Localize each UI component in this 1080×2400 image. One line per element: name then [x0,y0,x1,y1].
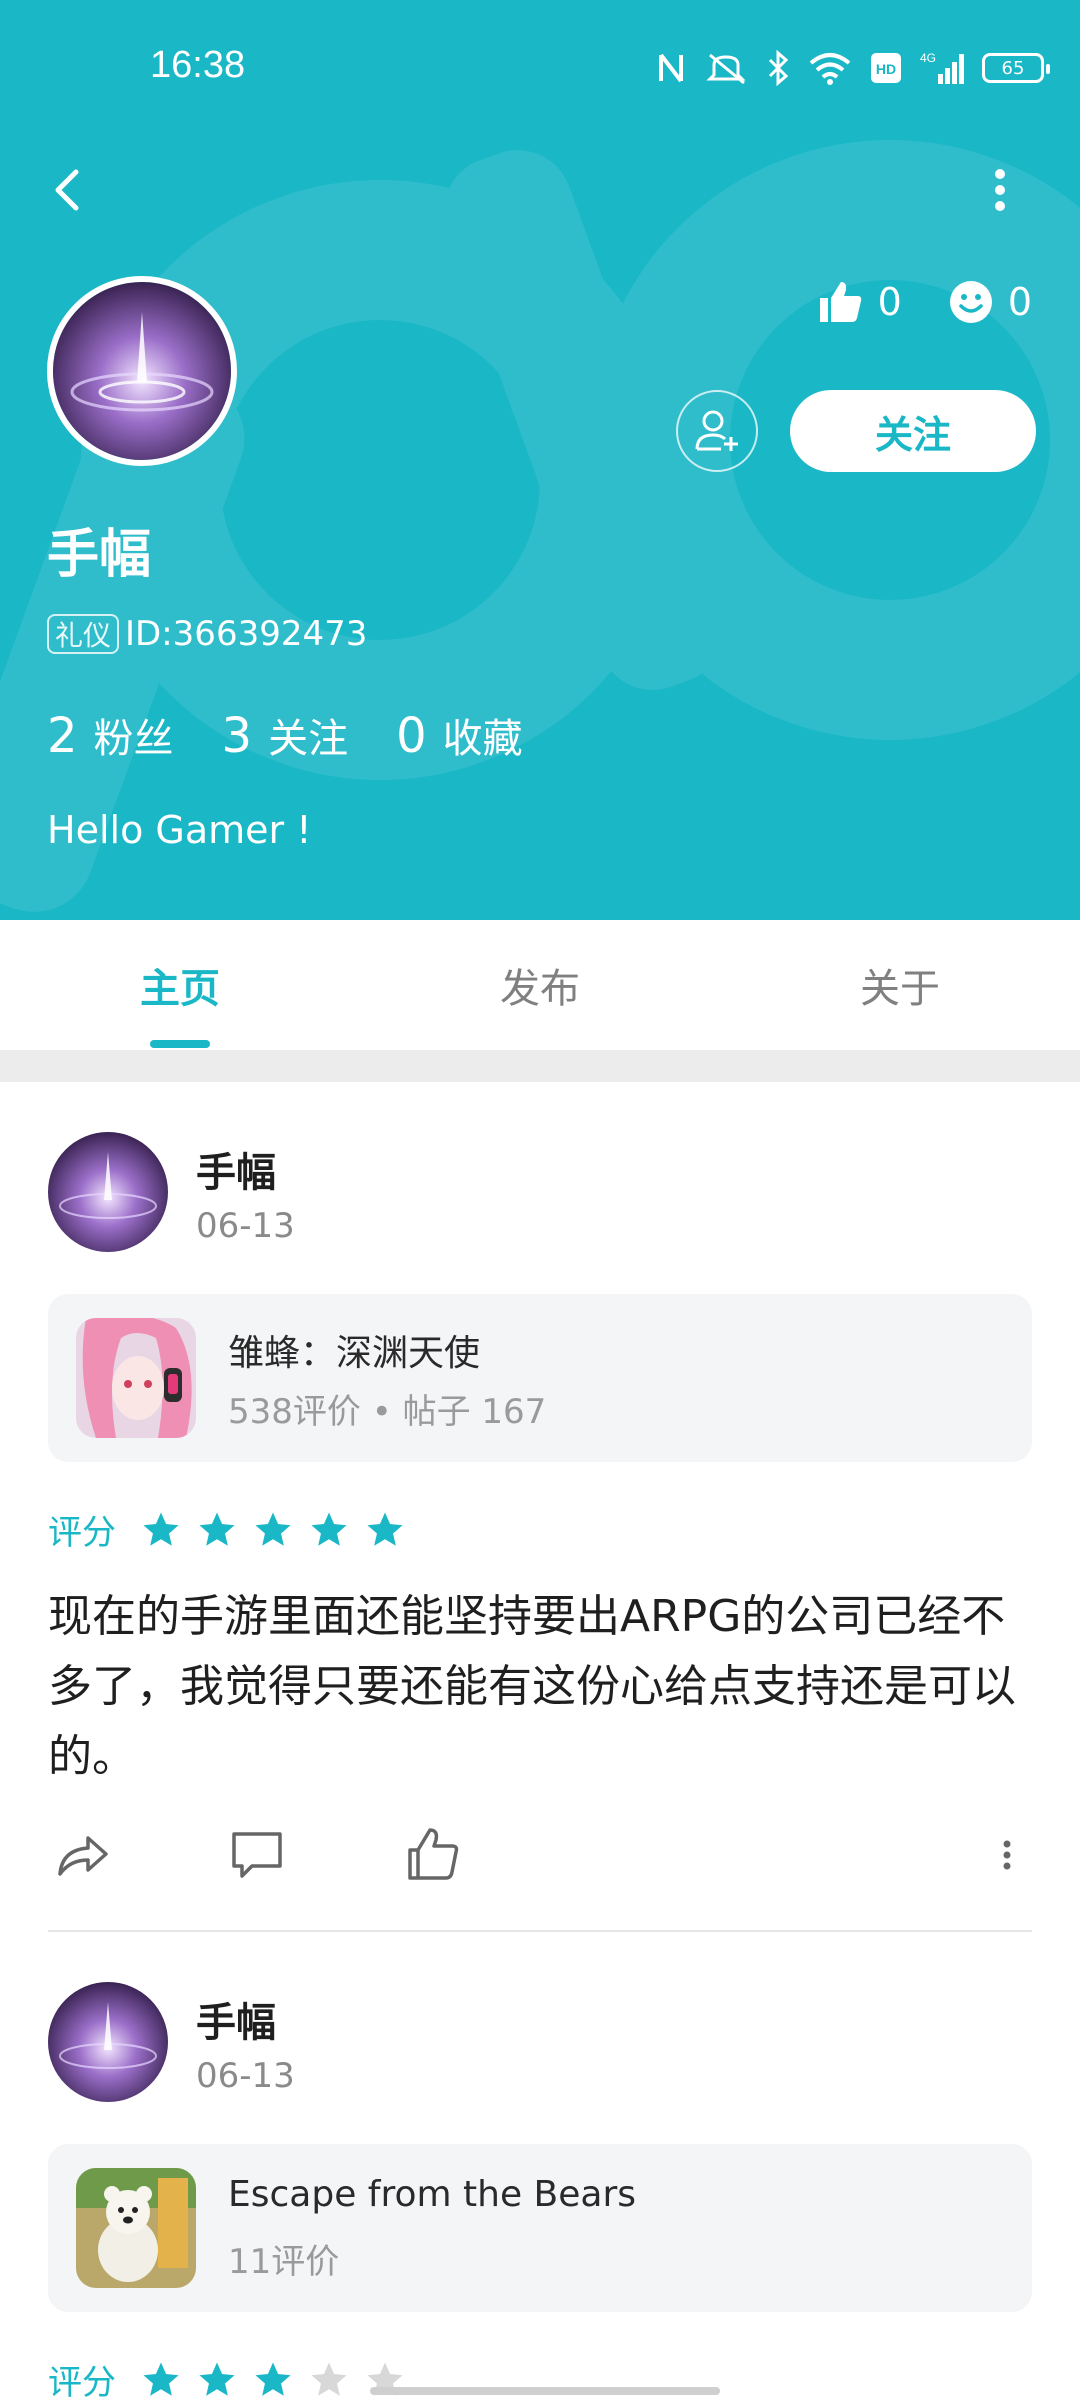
post-user-name[interactable]: 手幅 [196,1140,276,1198]
star-icon [367,1512,403,1546]
post-avatar[interactable] [48,1132,168,1252]
home-indicator[interactable] [370,2387,720,2395]
following-count: 3 [221,708,253,764]
post-actions [48,1822,1032,1892]
smiley-icon [949,281,992,323]
id-badge: 礼仪 [47,614,120,654]
post-avatar[interactable] [48,1982,168,2102]
star-icon [143,1512,179,1546]
star-icon [255,1512,291,1546]
likes-count: 0 [877,280,902,324]
tab-about[interactable]: 关于 [720,920,1080,1050]
star-icon [143,2362,179,2396]
game-thumbnail [76,1318,196,1438]
followers-count: 2 [47,708,78,764]
game-icon [76,1318,196,1438]
add-user-icon [695,410,738,451]
user-id: ID:366392473 [125,614,368,654]
game-meta: 11评价 [228,2242,340,2282]
following-label: 关注 [268,716,349,762]
status-icons: HD 4G 65 [656,44,1050,92]
add-friend-button[interactable] [676,390,758,472]
smiles-count: 0 [1007,280,1032,324]
status-bar: 16:38 HD 4G 65 [0,0,1080,130]
mute-icon [706,53,746,85]
rating-row: 评分 [48,2355,406,2400]
active-tab-indicator [150,1040,210,1048]
followers-label: 粉丝 [93,716,174,762]
battery-level: 65 [1001,57,1025,79]
hd-icon: HD [871,53,901,83]
post-divider [48,1930,1032,1932]
svg-text:HD: HD [876,61,896,77]
more-options-icon[interactable] [992,1822,1022,1888]
avatar-image [53,282,231,460]
likes-stat: 0 [816,278,902,326]
user-bio: Hello Gamer ! [47,808,312,852]
tab-posts[interactable]: 发布 [360,920,720,1050]
watermark-logo [0,140,1080,912]
game-icon [76,2168,196,2288]
follow-button[interactable]: 关注 [790,390,1036,472]
share-icon[interactable] [50,1822,116,1888]
profile-tabs: 主页 发布 关于 [0,920,1080,1050]
rating-label: 评分 [48,1513,116,1553]
star-icon [199,1512,235,1546]
post-date: 06-13 [196,1206,295,1246]
avatar-image [48,1982,168,2102]
game-title: Escape from the Bears [228,2174,637,2215]
more-vertical-icon[interactable] [980,160,1020,220]
rating-label: 评分 [48,2363,116,2400]
reaction-stats: 0 0 [816,278,1032,326]
profile-avatar[interactable] [47,276,237,466]
game-title: 雏蜂：深渊天使 [228,1333,481,1374]
favorites-count: 0 [396,708,427,764]
user-id-row: 礼仪 ID:366392473 [47,614,367,654]
like-icon[interactable] [400,1822,466,1888]
followers-stat[interactable]: 2 粉丝 [47,706,174,764]
profile-header: 16:38 HD 4G 65 0 0 关注 手幅 礼仪 ID:366392473… [0,0,1080,920]
signal-4g-icon: 4G [920,51,964,84]
game-card[interactable]: 雏蜂：深渊天使 538评价 • 帖子 167 [48,1294,1032,1462]
section-separator [0,1050,1080,1082]
game-card[interactable]: Escape from the Bears 11评价 [48,2144,1032,2312]
wifi-icon [809,53,851,85]
tab-home[interactable]: 主页 [0,920,360,1050]
favorites-stat[interactable]: 0 收藏 [396,706,523,764]
post-date: 06-13 [196,2056,295,2096]
following-stat[interactable]: 3 关注 [222,706,349,764]
follow-stats: 2 粉丝 3 关注 0 收藏 [47,706,523,764]
back-arrow-icon[interactable] [38,160,98,220]
favorites-label: 收藏 [442,716,523,762]
post-text[interactable]: 现在的手游里面还能坚持要出ARPG的公司已经不多了，我觉得只要还能有这份心给点支… [48,1582,1038,1792]
nfc-icon [659,53,683,83]
profile-user-name: 手幅 [47,525,152,585]
thumbs-up-icon [819,282,861,322]
star-icon [255,2362,291,2396]
comment-icon[interactable] [224,1822,290,1888]
star-icon [311,2362,347,2396]
post-user-name[interactable]: 手幅 [196,1990,276,2048]
smiles-stat: 0 [948,279,1032,325]
star-icon [199,2362,235,2396]
status-time: 16:38 [150,44,246,86]
avatar-image [48,1132,168,1252]
bluetooth-icon [768,50,789,86]
game-thumbnail [76,2168,196,2288]
game-meta: 538评价 • 帖子 167 [228,1392,547,1432]
svg-text:4G: 4G [920,51,936,65]
rating-row: 评分 [48,1505,406,1554]
battery-icon: 65 [982,53,1050,83]
star-icon [311,1512,347,1546]
